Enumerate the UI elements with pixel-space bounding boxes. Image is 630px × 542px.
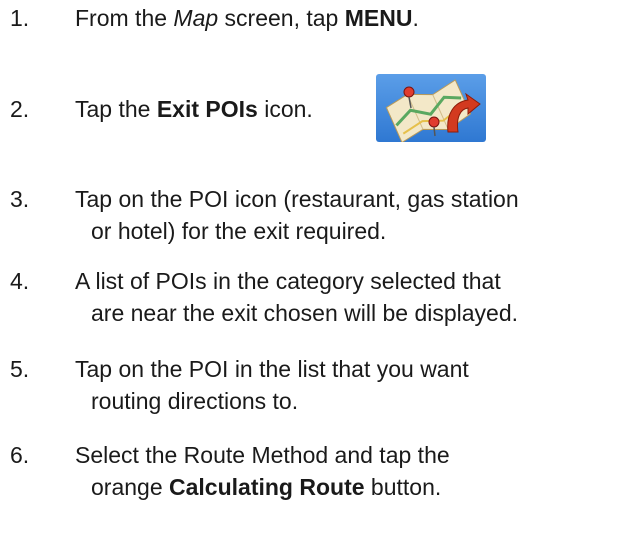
step-number: 5. <box>10 356 30 382</box>
step-number: 2. <box>10 96 30 122</box>
exit-pois-label: Exit POIs <box>156 96 258 122</box>
step-number: 1. <box>10 5 30 31</box>
step-text: A list of POIs in the category selected … <box>75 268 519 326</box>
step-number: 6. <box>10 442 30 468</box>
map-screen-label: Map <box>173 5 219 31</box>
calculating-route-label: Calculating Route <box>169 474 365 500</box>
step-text: Tap on the POI icon (restaurant, gas sta… <box>75 186 519 244</box>
menu-label: MENU <box>344 5 413 31</box>
step-text: From the Map screen, tap MENU. <box>75 5 419 31</box>
step-text: Select the Route Method and tap the orang… <box>75 442 450 500</box>
step-text: Tap the Exit POIs icon. <box>75 96 313 122</box>
step-number: 4. <box>10 268 30 294</box>
step-number: 3. <box>10 186 30 212</box>
step-text: Tap on the POI in the list that you want… <box>75 356 469 414</box>
map-route-icon <box>385 79 481 144</box>
exit-pois-map-icon <box>376 74 486 144</box>
